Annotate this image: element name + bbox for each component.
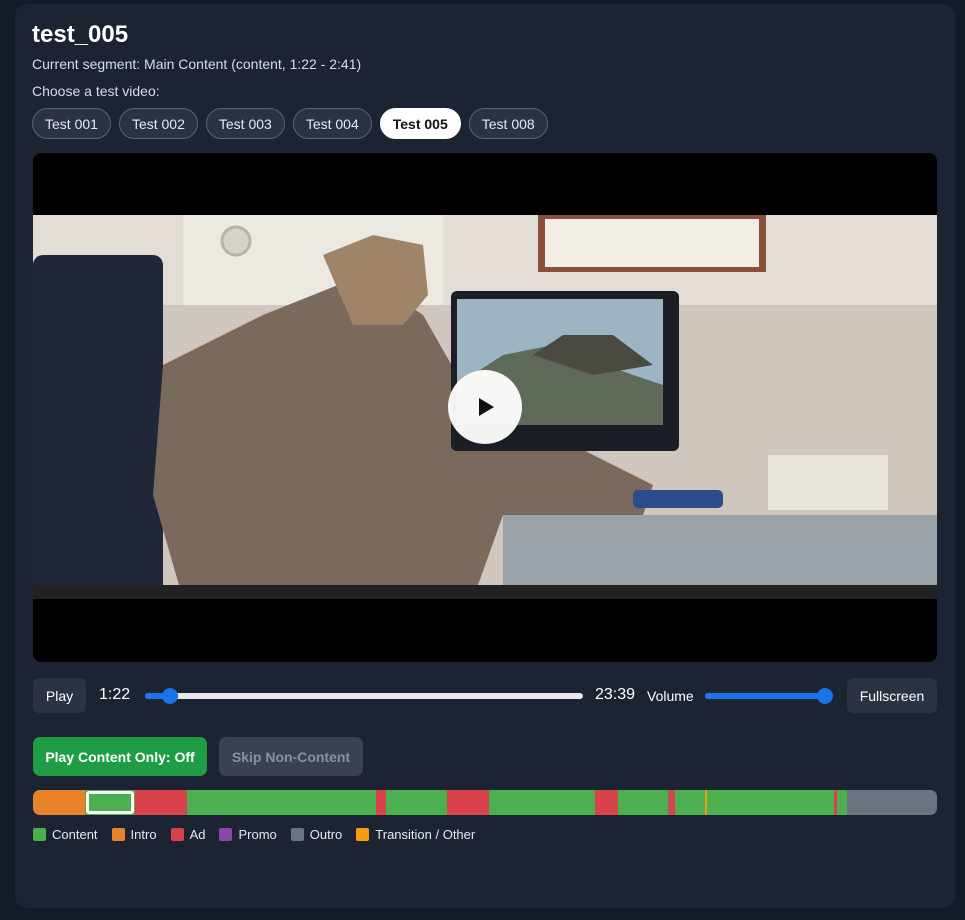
timeline-segment-content[interactable] [186,790,376,815]
video-tab-test-008[interactable]: Test 008 [468,108,548,139]
timeline-segment-ad[interactable] [375,790,386,815]
legend-swatch [356,828,370,841]
current-segment-marker [86,791,135,814]
skip-non-content-button[interactable]: Skip Non-Content [219,737,363,776]
fullscreen-button[interactable]: Fullscreen [847,678,937,713]
legend-swatch [33,828,46,841]
timeline-segment-content[interactable] [385,790,448,815]
big-play-button[interactable] [448,370,522,444]
volume-level [705,693,825,699]
play-content-only-toggle[interactable]: Play Content Only: Off [33,737,207,776]
volume-thumb[interactable] [817,688,833,704]
legend-item: Promo [219,827,277,842]
player-panel: test_005 Current segment: Main Content (… [15,4,955,908]
timeline-segment-ad[interactable] [135,790,187,815]
legend-label: Intro [130,827,157,842]
video-tab-test-001[interactable]: Test 001 [32,108,111,139]
timeline-segment-content[interactable] [836,790,847,815]
legend-swatch [170,828,184,841]
legend-item: Transition / Other [356,827,475,842]
timeline-segment-ad[interactable] [595,790,618,815]
timeline-segment-content[interactable] [488,790,596,815]
volume-slider[interactable] [705,688,833,704]
legend-label: Transition / Other [375,827,476,842]
legend-item: Outro [290,827,343,842]
duration: 23:39 [595,686,636,703]
legend-label: Promo [238,827,277,842]
video-tab-test-004[interactable]: Test 004 [292,108,372,139]
play-button[interactable]: Play [33,678,86,713]
legend-label: Content [52,827,98,842]
legend-item: Intro [111,827,157,842]
legend-swatch [290,828,304,841]
video-player[interactable] [33,153,937,662]
current-time: 1:22 [99,686,131,703]
page-title: test_005 [32,21,129,48]
timeline-segment-content[interactable] [707,790,834,815]
volume-label: Volume [647,688,694,704]
timeline-segment-intro[interactable] [33,790,86,815]
legend-label: Ad [189,827,206,842]
seek-thumb[interactable] [162,688,179,704]
segment-legend: Content Intro Ad Promo Outro Transition / Oth… [33,827,475,842]
video-tab-test-003[interactable]: Test 003 [205,108,285,139]
video-tab-test-002[interactable]: Test 002 [118,108,198,139]
legend-item: Content [33,827,98,842]
legend-label: Outro [309,827,343,842]
video-selector: Test 001 Test 002 Test 003 Test 004 Test 005… [32,108,548,139]
seek-slider[interactable] [145,688,583,704]
choose-video-label: Choose a test video: [32,83,160,99]
timeline-segment-outro[interactable] [846,790,937,815]
legend-swatch [111,828,125,841]
video-tab-test-005[interactable]: Test 005 [379,108,461,139]
legend-item: Ad [170,827,206,842]
timeline-segment-content[interactable] [617,790,669,815]
play-icon [479,398,494,416]
legend-swatch [219,828,233,841]
current-segment-text: Current segment: Main Content (content, … [32,56,362,72]
timeline-segment-ad[interactable] [447,790,489,815]
segment-timeline[interactable] [33,790,937,815]
player-controls: Play 1:22 23:39 Volume Fullscreen [33,678,937,714]
timeline-segment-content[interactable] [674,790,705,815]
